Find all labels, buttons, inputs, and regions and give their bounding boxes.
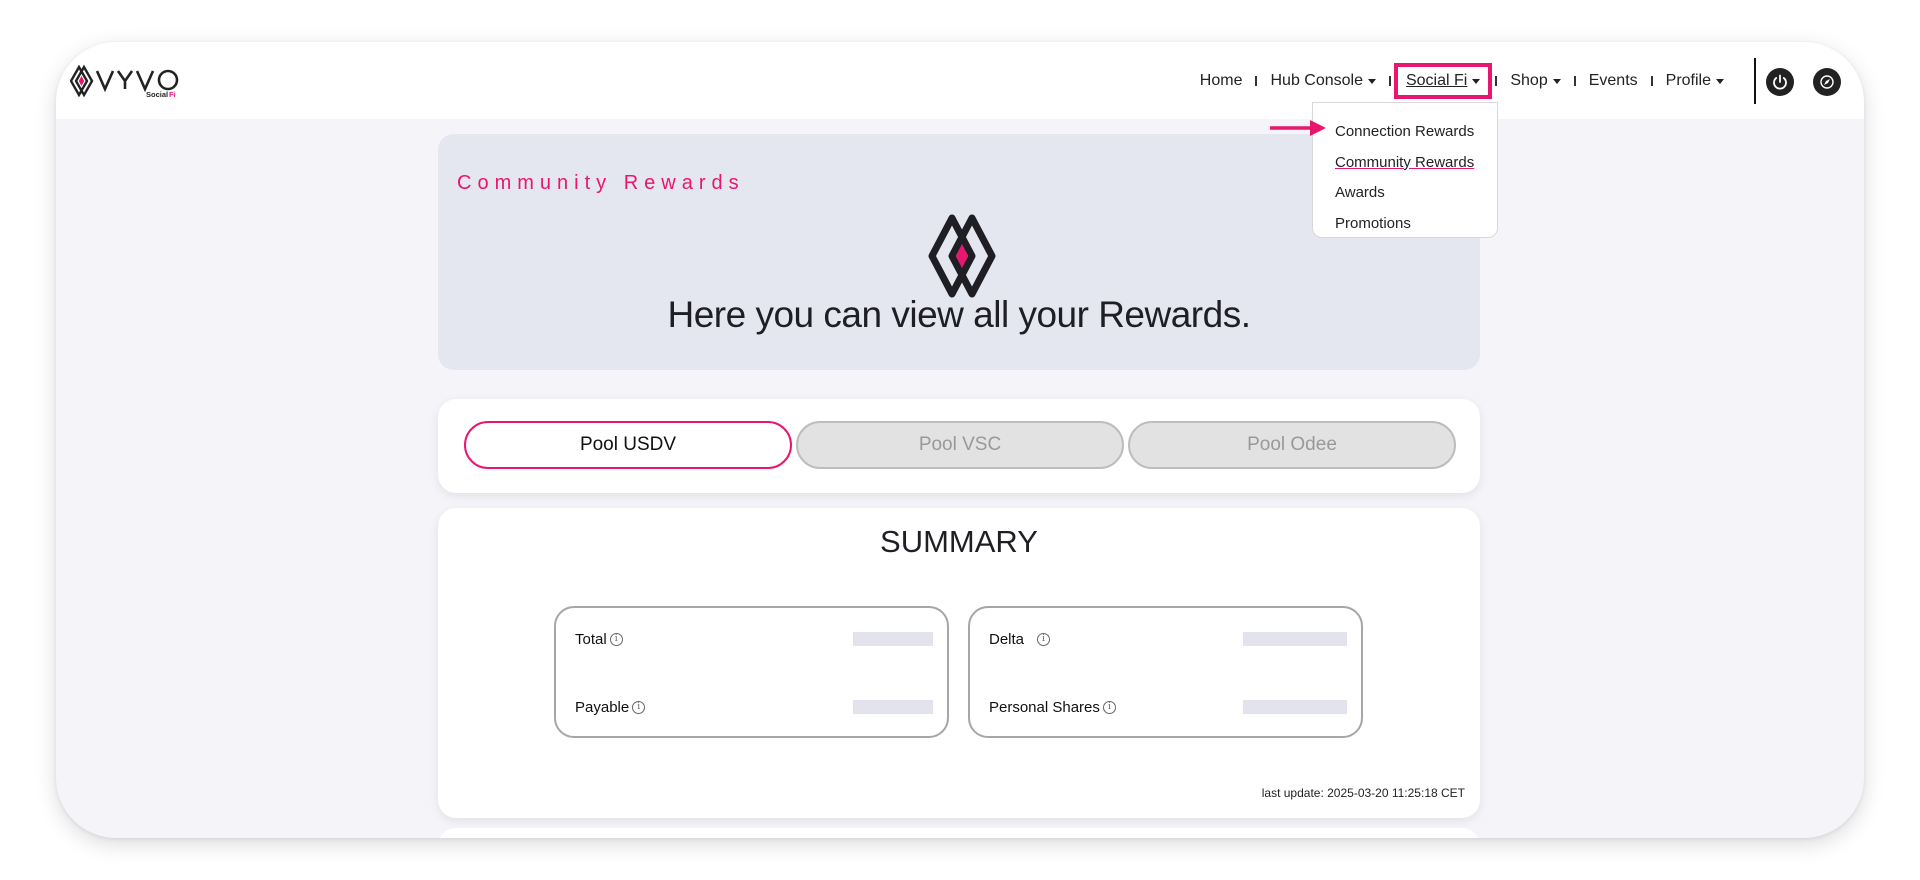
svg-text:Social: Social xyxy=(146,90,168,98)
social-fi-dropdown-menu: Connection Rewards Community Rewards Awa… xyxy=(1312,102,1498,238)
value-placeholder xyxy=(1243,632,1347,646)
hero-heading: Here you can view all your Rewards. xyxy=(667,294,1251,335)
app-window: Social Fi Home Hub Console Social Fi Sho… xyxy=(56,42,1864,838)
svg-text:Fi: Fi xyxy=(169,90,176,98)
payable-label: Payable xyxy=(575,698,630,716)
menu-item-awards[interactable]: Awards xyxy=(1335,178,1497,209)
nav-hub-console[interactable]: Hub Console xyxy=(1260,72,1386,90)
nav-events-label: Events xyxy=(1588,71,1638,89)
personal-shares-label: Personal Shares xyxy=(989,698,1100,716)
nav-shop[interactable]: Shop xyxy=(1500,72,1570,90)
power-icon[interactable] xyxy=(1766,68,1794,96)
summary-box-right: Delta i Personal Shares i xyxy=(968,606,1363,738)
nav-separator xyxy=(1495,75,1498,86)
summary-card: SUMMARY Total i Payable i Delta i Person… xyxy=(438,508,1480,818)
nav-social-fi[interactable]: Social Fi xyxy=(1393,62,1493,99)
stat-payable: Payable i xyxy=(575,696,933,718)
pool-tabs: Pool USDV Pool VSC Pool Odee xyxy=(438,399,1480,493)
tab-pool-vsc[interactable]: Pool VSC xyxy=(796,421,1124,469)
stat-total: Total i xyxy=(575,628,933,650)
caret-down-icon xyxy=(1472,78,1481,84)
next-card-edge xyxy=(438,828,1480,838)
nav-profile-label: Profile xyxy=(1665,71,1711,89)
nav-home-label: Home xyxy=(1199,71,1243,89)
delta-label: Delta xyxy=(989,630,1025,648)
value-placeholder xyxy=(853,632,933,646)
nav-events[interactable]: Events xyxy=(1579,72,1648,90)
info-icon[interactable]: i xyxy=(1102,700,1116,714)
stat-label: Total i xyxy=(575,631,623,648)
info-icon[interactable]: i xyxy=(609,632,623,646)
nav-divider xyxy=(1754,58,1756,104)
stat-label: Payable i xyxy=(575,698,646,716)
nav-social-fi-label: Social Fi xyxy=(1405,71,1468,89)
tab-pool-odee[interactable]: Pool Odee xyxy=(1128,421,1456,469)
compass-icon[interactable] xyxy=(1813,68,1841,96)
stat-label: Delta i xyxy=(989,630,1051,648)
caret-down-icon xyxy=(1552,78,1561,84)
summary-box-left: Total i Payable i xyxy=(554,606,949,738)
nav-profile[interactable]: Profile xyxy=(1656,72,1734,90)
stat-delta: Delta i xyxy=(989,628,1347,650)
section-title: Community Rewards xyxy=(457,172,745,194)
info-icon[interactable]: i xyxy=(632,700,646,714)
nav-hub-console-label: Hub Console xyxy=(1270,71,1363,89)
value-placeholder xyxy=(1243,700,1347,714)
value-placeholder xyxy=(853,700,933,714)
vyvo-socialfi-logo[interactable]: Social Fi xyxy=(70,64,210,98)
vyvo-mark-icon xyxy=(928,214,996,298)
summary-title: SUMMARY xyxy=(880,524,1038,559)
caret-down-icon xyxy=(1367,78,1376,84)
nav-separator xyxy=(1255,75,1258,86)
nav-separator xyxy=(1650,75,1653,86)
menu-item-promotions[interactable]: Promotions xyxy=(1335,209,1497,240)
pointer-arrow-icon xyxy=(1270,120,1326,136)
last-update-timestamp: last update: 2025-03-20 11:25:18 CET xyxy=(1261,786,1465,800)
nav-separator xyxy=(1388,75,1391,86)
caret-down-icon xyxy=(1716,78,1724,84)
nav-shop-label: Shop xyxy=(1510,71,1548,89)
nav-separator xyxy=(1573,75,1576,86)
nav-home[interactable]: Home xyxy=(1190,72,1253,90)
tab-pool-usdv[interactable]: Pool USDV xyxy=(464,421,792,469)
info-icon[interactable]: i xyxy=(1037,632,1051,646)
stat-label: Personal Shares i xyxy=(989,699,1116,716)
menu-item-connection-rewards[interactable]: Connection Rewards xyxy=(1335,117,1497,148)
top-navbar: Social Fi Home Hub Console Social Fi Sho… xyxy=(56,42,1864,119)
total-label: Total xyxy=(575,630,607,648)
menu-item-community-rewards[interactable]: Community Rewards xyxy=(1335,148,1497,179)
stat-personal-shares: Personal Shares i xyxy=(989,696,1347,718)
